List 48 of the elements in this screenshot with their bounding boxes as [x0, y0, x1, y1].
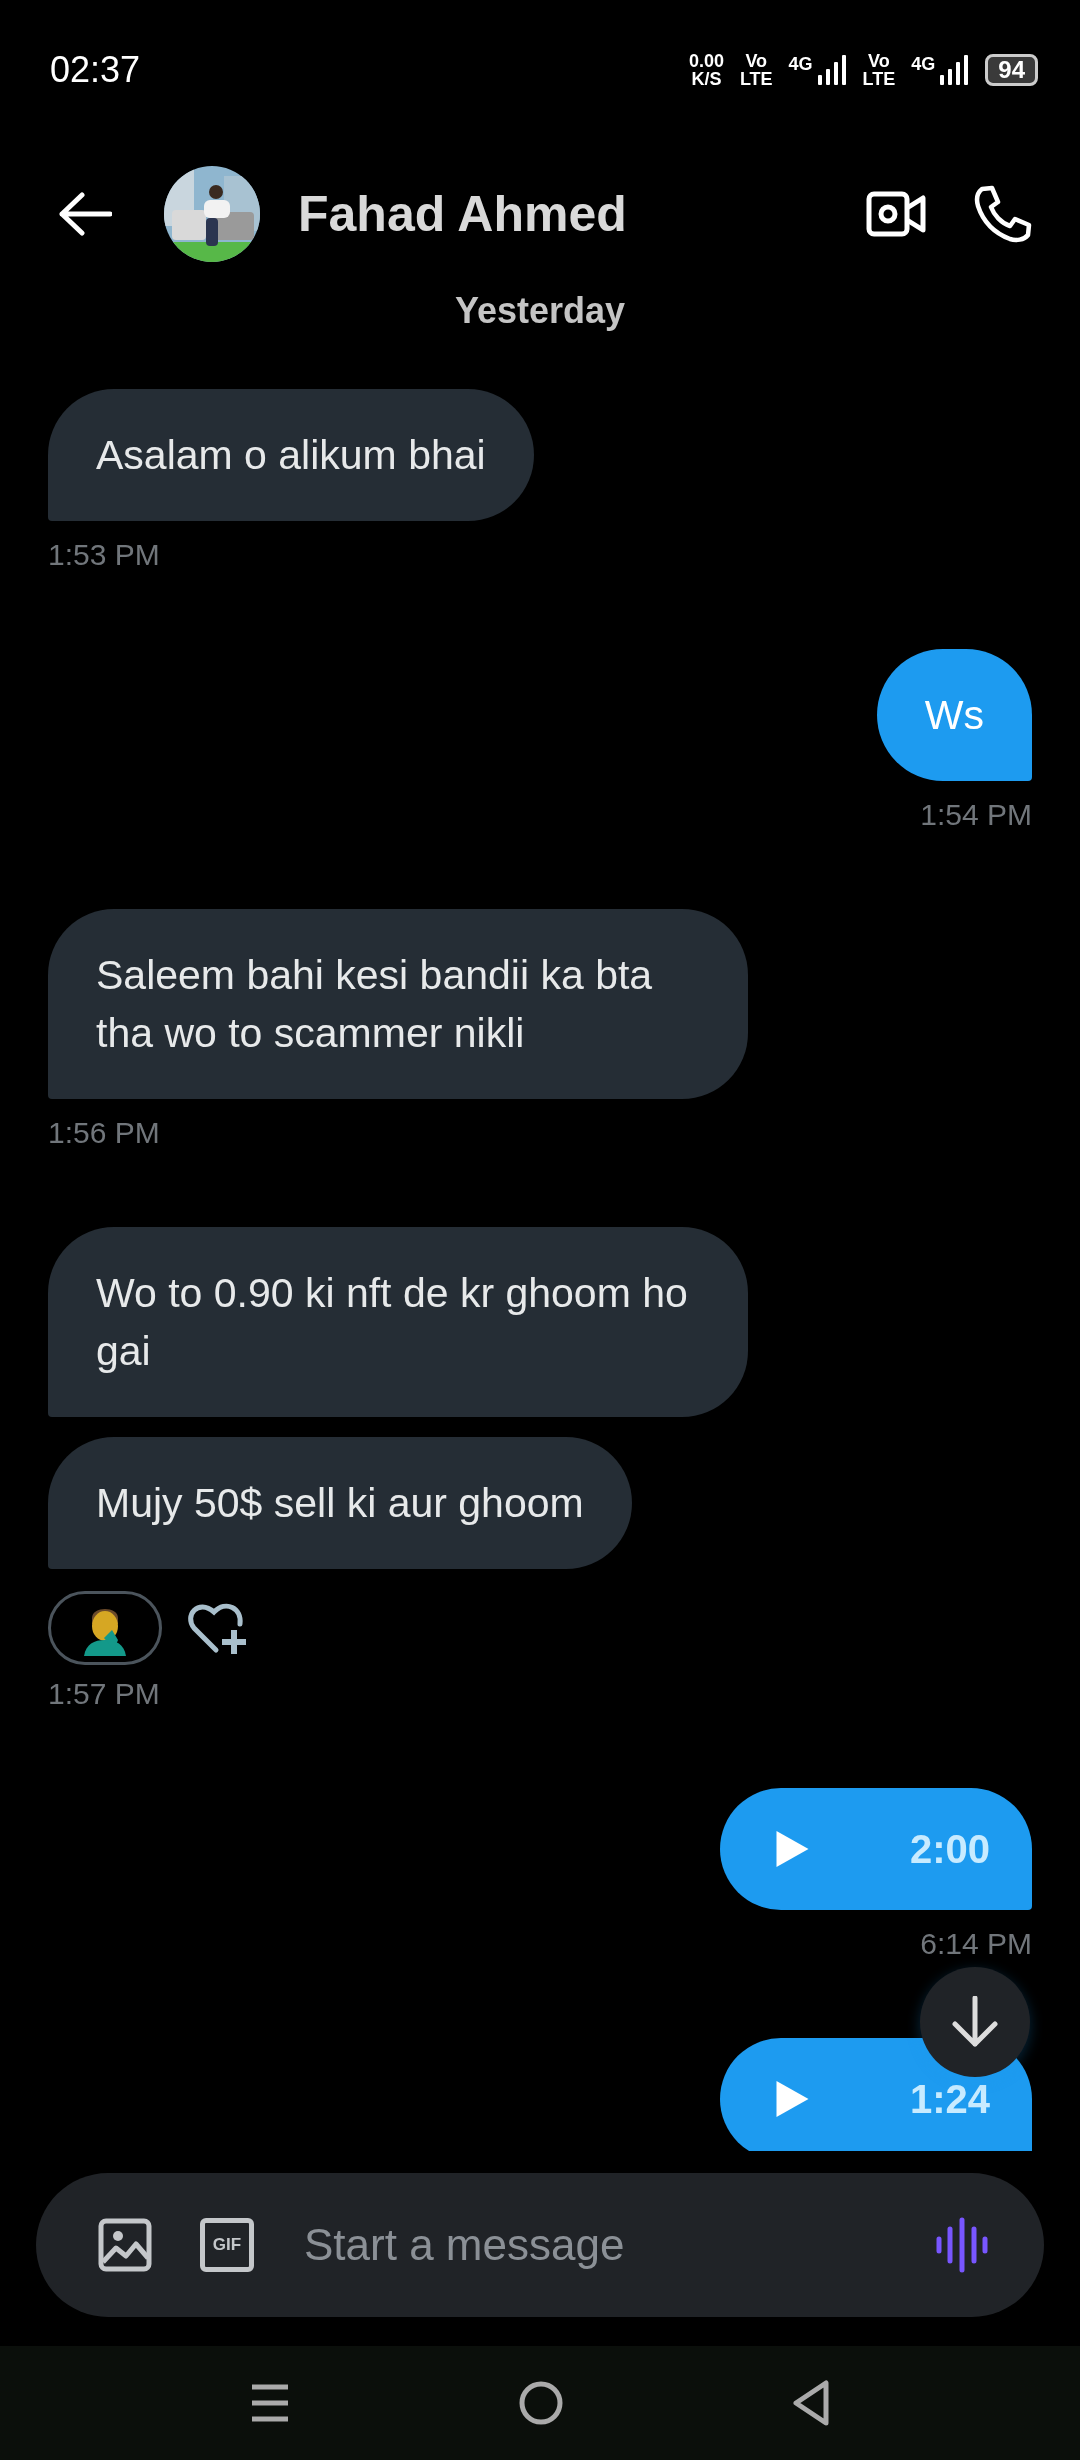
waveform-icon — [936, 2216, 988, 2273]
message-time: 1:53 PM — [48, 536, 160, 573]
message-bubble: Mujy 50$ sell ki aur ghoom — [48, 1436, 632, 1569]
play-icon — [776, 1829, 810, 1868]
clock-time: 02:37 — [50, 47, 141, 92]
video-camera-icon — [866, 191, 926, 237]
signal-icon — [939, 54, 970, 85]
reaction-button[interactable] — [48, 1590, 162, 1665]
play-icon — [776, 2079, 810, 2118]
voice-duration: 1:24 — [909, 2075, 990, 2123]
home-circle-icon — [519, 2380, 563, 2425]
menu-icon — [250, 2382, 290, 2423]
network-speed: 0.00 — [688, 51, 724, 70]
day-label: Yesterday — [453, 288, 627, 333]
voice-call-button[interactable] — [974, 185, 1032, 243]
network-type: 4G — [911, 54, 936, 73]
back-button[interactable] — [58, 192, 112, 236]
message-bubble: Saleem bahi kesi bandii ka bta tha wo to scammer nikli — [48, 908, 748, 1099]
menu-button[interactable] — [250, 2382, 290, 2423]
signal-icon — [816, 54, 847, 85]
gif-button[interactable]: GIF — [200, 2217, 254, 2272]
volte-label: LTE — [739, 69, 773, 88]
message-time: 1:54 PM — [920, 796, 1032, 833]
message-time: 6:14 PM — [920, 1925, 1032, 1962]
network-speed-unit: K/S — [690, 69, 723, 88]
home-button[interactable] — [519, 2380, 563, 2425]
message-bubble: Asalam o alikum bhai — [48, 388, 534, 521]
message-input[interactable]: GIF Start a message — [36, 2173, 1044, 2317]
video-call-button[interactable] — [866, 191, 926, 237]
message-bubble: Wo to 0.90 ki nft de kr ghoom ho gai — [48, 1226, 748, 1417]
contact-name[interactable]: Fahad Ahmed — [298, 176, 627, 252]
message-bubble: Ws — [876, 648, 1032, 781]
media-button[interactable] — [98, 2217, 152, 2272]
voice-record-button[interactable] — [936, 2216, 988, 2273]
volte-label: LTE — [862, 69, 896, 88]
back-nav-button[interactable] — [792, 2379, 830, 2426]
message-time: 1:57 PM — [48, 1675, 160, 1712]
phone-icon — [974, 185, 1032, 243]
volte-label: Vo — [744, 51, 769, 70]
volte-label: Vo — [867, 51, 891, 70]
image-icon — [98, 2217, 152, 2272]
arrow-down-icon — [952, 1996, 998, 2049]
voice-duration: 2:00 — [909, 1825, 990, 1873]
back-icon — [58, 192, 112, 236]
message-time: 1:56 PM — [48, 1114, 160, 1151]
triangle-back-icon — [792, 2379, 830, 2426]
network-type: 4G — [788, 54, 813, 73]
battery-level: 94 — [985, 53, 1038, 86]
